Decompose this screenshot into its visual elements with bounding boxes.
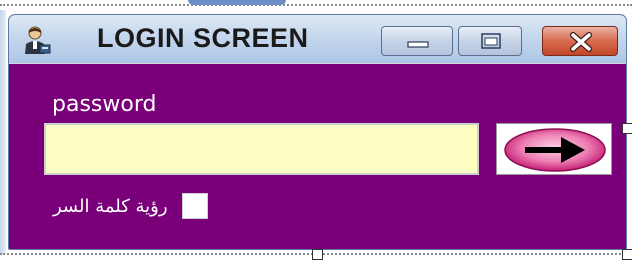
show-password-checkbox[interactable] bbox=[181, 193, 208, 219]
login-form: password رؤية كلمة السر bbox=[9, 63, 626, 249]
title-bar[interactable]: LOGIN SCREEN bbox=[9, 15, 626, 64]
resize-handle-right[interactable] bbox=[622, 123, 632, 134]
resize-handle-corner[interactable] bbox=[622, 249, 632, 260]
close-button[interactable] bbox=[542, 26, 618, 56]
password-input[interactable] bbox=[44, 123, 479, 175]
maximize-icon bbox=[481, 33, 501, 49]
maximize-button[interactable] bbox=[458, 26, 522, 56]
minimize-icon bbox=[407, 41, 429, 48]
background-decoration bbox=[188, 0, 286, 5]
show-password-row: رؤية كلمة السر bbox=[53, 192, 208, 220]
close-icon bbox=[570, 32, 592, 52]
show-password-label: رؤية كلمة السر bbox=[53, 195, 168, 217]
password-label: password bbox=[52, 92, 157, 117]
background-edge bbox=[0, 10, 6, 254]
login-window: LOGIN SCREEN password رؤية كلمة السر bbox=[8, 14, 627, 250]
submit-button[interactable] bbox=[496, 123, 612, 175]
resize-handle-bottom[interactable] bbox=[312, 249, 323, 260]
selection-border-top bbox=[0, 4, 632, 6]
window-title: LOGIN SCREEN bbox=[97, 23, 309, 53]
minimize-button[interactable] bbox=[381, 26, 453, 56]
arrow-right-icon bbox=[504, 128, 606, 172]
user-icon bbox=[23, 25, 51, 55]
